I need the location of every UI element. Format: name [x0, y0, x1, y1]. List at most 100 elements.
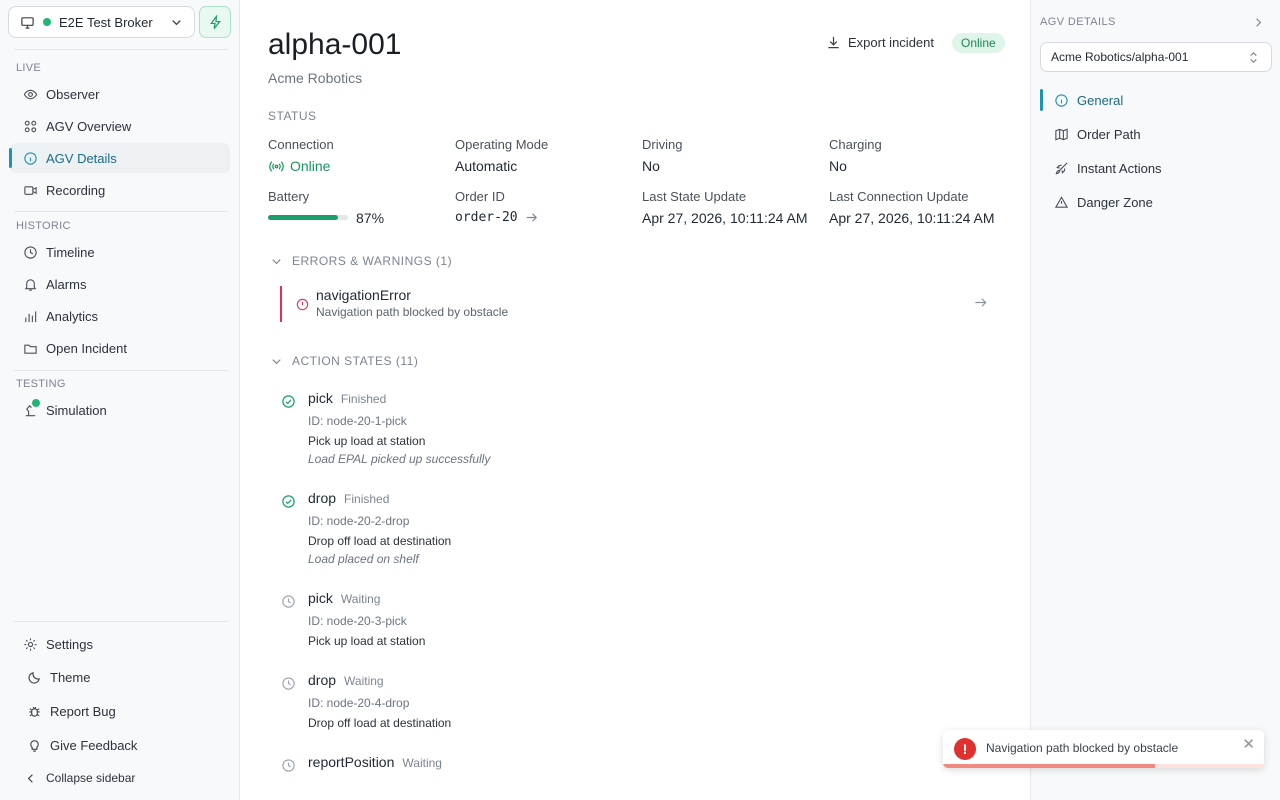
right-panel-heading: AGV DETAILS — [1040, 16, 1116, 28]
theme-button[interactable]: Theme — [10, 662, 230, 692]
actions-heading: ACTION STATES (11) — [292, 354, 419, 368]
collapse-sidebar-label: Collapse sidebar — [46, 771, 136, 785]
action-status: Finished — [340, 392, 387, 406]
operating-mode-label: Operating Mode — [455, 137, 549, 152]
sidebar-item-observer[interactable]: Observer — [10, 79, 230, 109]
map-icon — [1053, 126, 1069, 142]
battery-value: 87% — [356, 210, 385, 226]
collapse-sidebar-button[interactable]: Collapse sidebar — [10, 763, 230, 793]
info-icon — [1053, 92, 1069, 108]
sidebar-item-recording[interactable]: Recording — [10, 175, 230, 205]
divider — [14, 621, 228, 622]
toast-notification: ! Navigation path blocked by obstacle ✕ — [943, 730, 1264, 768]
charging-label: Charging — [829, 137, 882, 152]
sidebar-item-label: Recording — [46, 182, 106, 198]
sidebar-item-simulation[interactable]: Simulation — [10, 395, 230, 425]
connection-value: Online — [268, 158, 330, 174]
theme-label: Theme — [50, 669, 91, 685]
nav-danger-zone[interactable]: Danger Zone — [1041, 189, 1271, 215]
error-title: navigationError — [316, 287, 411, 303]
video-icon — [22, 182, 38, 198]
sidebar-item-label: Analytics — [46, 308, 99, 324]
group-testing: TESTING — [16, 378, 66, 390]
sidebar-item-label: AGV Details — [46, 150, 117, 166]
action-item: drop Finished ID: node-20-2-drop Drop off… — [280, 490, 980, 570]
error-description: Navigation path blocked by obstacle — [316, 305, 509, 319]
sidebar-item-label: Simulation — [46, 402, 107, 418]
export-incident-label: Export incident — [848, 34, 934, 50]
group-live: LIVE — [16, 62, 42, 74]
action-id: ID: node-20-3-pick — [308, 614, 407, 628]
sidebar-item-label: Alarms — [46, 276, 87, 292]
chevron-down-icon — [168, 14, 184, 30]
sidebar-item-agv-details[interactable]: AGV Details — [9, 143, 230, 173]
close-icon[interactable]: ✕ — [1242, 735, 1255, 753]
action-name: drop — [308, 490, 337, 506]
bell-icon — [22, 276, 38, 292]
settings-label: Settings — [46, 636, 93, 652]
group-historic: HISTORIC — [16, 220, 71, 232]
sidebar-item-alarms[interactable]: Alarms — [10, 269, 230, 299]
errors-toggle[interactable]: ERRORS & WARNINGS (1) — [268, 253, 452, 269]
clock-icon — [22, 244, 38, 260]
broker-selector[interactable]: E2E Test Broker — [8, 6, 195, 38]
broadcast-icon — [268, 158, 284, 174]
broker-status-dot — [43, 18, 51, 26]
lightbulb-icon — [26, 737, 42, 753]
battery-label: Battery — [268, 189, 310, 204]
operating-mode-value: Automatic — [455, 158, 518, 174]
give-feedback-button[interactable]: Give Feedback — [10, 730, 230, 760]
page-title: alpha-001 — [268, 28, 402, 61]
status-heading: STATUS — [268, 109, 317, 123]
moon-icon — [26, 669, 42, 685]
sidebar: E2E Test Broker LIVE Observer AGV Overvi… — [0, 0, 240, 800]
battery-bar — [268, 215, 348, 220]
check-circle-icon — [280, 493, 296, 509]
action-status: Waiting — [344, 674, 384, 688]
sidebar-item-open-incident[interactable]: Open Incident — [10, 333, 230, 363]
give-feedback-label: Give Feedback — [50, 737, 138, 753]
actions-toggle[interactable]: ACTION STATES (11) — [268, 353, 418, 369]
action-status: Waiting — [340, 592, 381, 606]
nav-general[interactable]: General — [1040, 87, 1271, 113]
action-name: reportPosition — [308, 754, 395, 770]
report-bug-button[interactable]: Report Bug — [10, 696, 230, 726]
connect-button[interactable] — [199, 6, 231, 38]
action-status: Waiting — [402, 756, 442, 770]
action-item: reportPosition Waiting — [280, 754, 980, 778]
chevron-right-icon[interactable] — [1250, 14, 1266, 30]
action-result: Load EPAL picked up successfully — [308, 452, 491, 466]
order-id-link[interactable]: order-20 — [455, 209, 540, 225]
arrow-right-icon[interactable] — [972, 294, 988, 310]
action-description: Drop off load at destination — [308, 716, 452, 730]
nav-instant-actions[interactable]: Instant Actions — [1041, 155, 1271, 181]
toast-progress — [943, 764, 1155, 768]
chevron-left-icon — [22, 770, 38, 786]
sidebar-item-timeline[interactable]: Timeline — [10, 237, 230, 267]
agv-select[interactable]: Acme Robotics/alpha-001 — [1040, 42, 1272, 72]
action-item: pick Finished ID: node-20-1-pick Pick up … — [280, 390, 980, 470]
simulation-icon — [22, 399, 40, 418]
action-description: Pick up load at station — [308, 434, 426, 448]
error-card[interactable]: navigationError Navigation path blocked … — [280, 286, 990, 322]
error-icon: ! — [954, 738, 976, 760]
grid-icon — [22, 118, 38, 134]
action-item: pick Waiting ID: node-20-3-pick Pick up l… — [280, 590, 980, 652]
settings-button[interactable]: Settings — [10, 629, 230, 659]
action-name: pick — [308, 390, 333, 406]
check-circle-icon — [280, 393, 296, 409]
sidebar-item-label: AGV Overview — [46, 118, 132, 134]
sidebar-item-agv-overview[interactable]: AGV Overview — [10, 111, 230, 141]
action-name: pick — [308, 590, 333, 606]
action-description: Drop off load at destination — [308, 534, 452, 548]
chevron-up-down-icon — [1245, 49, 1261, 65]
last-connection-update-label: Last Connection Update — [829, 189, 969, 204]
last-state-update-value: Apr 27, 2026, 10:11:24 AM — [642, 210, 808, 226]
export-incident-button[interactable]: Export incident — [825, 34, 934, 50]
nav-order-path[interactable]: Order Path — [1041, 121, 1271, 147]
sidebar-item-analytics[interactable]: Analytics — [10, 301, 230, 331]
nav-danger-zone-label: Danger Zone — [1077, 194, 1153, 210]
toast-message: Navigation path blocked by obstacle — [986, 741, 1179, 755]
divider — [14, 49, 228, 50]
bar-chart-icon — [22, 308, 38, 324]
